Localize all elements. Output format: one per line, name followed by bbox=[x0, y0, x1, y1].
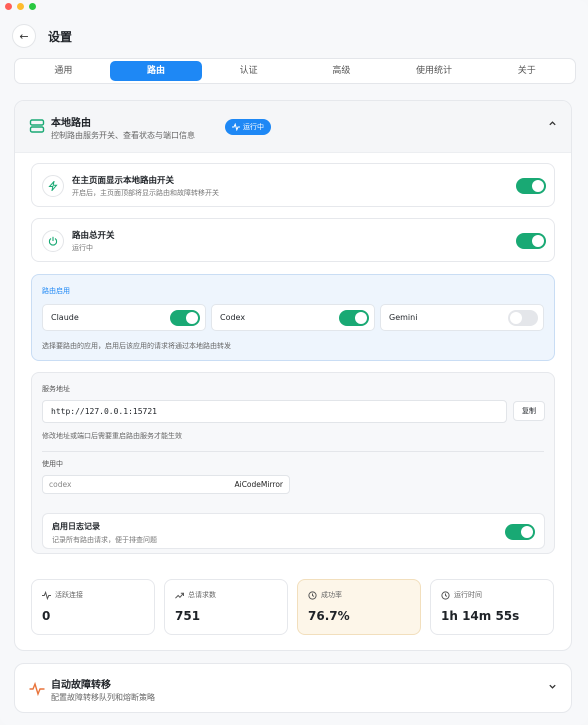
failover-subtitle: 配置故障转移队列和熔断策略 bbox=[51, 693, 155, 702]
status-badge-label: 运行中 bbox=[243, 123, 264, 131]
section-subtitle: 控制路由服务开关、查看状态与端口信息 bbox=[51, 131, 195, 140]
show-on-home-title: 在主页面显示本地路由开关 bbox=[72, 176, 175, 186]
trending-up-icon bbox=[175, 592, 184, 599]
server-icon bbox=[29, 119, 45, 133]
chevron-down-icon[interactable] bbox=[548, 682, 557, 694]
app-name: Gemini bbox=[389, 313, 418, 322]
stat-active-connections: 活跃连接 0 bbox=[31, 579, 155, 635]
stat-label: 总请求数 bbox=[188, 591, 216, 599]
stat-success-rate: 成功率 76.7% bbox=[297, 579, 421, 635]
local-routing-card: 本地路由 控制路由服务开关、查看状态与端口信息 运行中 在主页面显示本地路由开关… bbox=[14, 100, 572, 651]
status-badge: 运行中 bbox=[225, 119, 271, 135]
local-routing-header[interactable]: 本地路由 控制路由服务开关、查看状态与端口信息 运行中 bbox=[15, 101, 571, 153]
stat-value: 751 bbox=[175, 609, 201, 623]
stat-label: 成功率 bbox=[321, 591, 342, 599]
logging-subtitle: 记录所有路由请求，便于排查问题 bbox=[52, 536, 157, 544]
app-card-gemini: Gemini bbox=[380, 304, 544, 331]
in-use-item: codex AiCodeMirror bbox=[42, 475, 290, 494]
minimize-window-button[interactable] bbox=[17, 3, 24, 10]
in-use-label: 使用中 bbox=[42, 460, 63, 468]
routing-apps-note: 选择要路由的应用，启用后该应用的请求将通过本地路由转发 bbox=[42, 342, 231, 350]
address-note: 修改地址或端口后需要重启路由服务才能生效 bbox=[42, 432, 182, 440]
divider bbox=[42, 451, 544, 452]
clock-icon bbox=[308, 590, 317, 600]
stat-total-requests: 总请求数 751 bbox=[164, 579, 288, 635]
master-switch-subtitle: 运行中 bbox=[72, 244, 93, 252]
logging-row: 启用日志记录 记录所有路由请求，便于排查问题 bbox=[42, 513, 545, 549]
show-on-home-row: 在主页面显示本地路由开关 开启后，主页面顶部将显示路由和故障转移开关 bbox=[31, 163, 555, 207]
claude-toggle[interactable] bbox=[170, 310, 200, 326]
stat-value: 76.7% bbox=[308, 609, 350, 623]
failover-title: 自动故障转移 bbox=[51, 680, 111, 691]
arrow-left-icon: ← bbox=[19, 29, 29, 43]
chevron-up-icon[interactable] bbox=[548, 119, 557, 131]
logging-title: 启用日志记录 bbox=[52, 522, 100, 531]
tab-general[interactable]: 通用 bbox=[17, 61, 110, 81]
stat-value: 1h 14m 55s bbox=[441, 609, 520, 623]
settings-tabs: 通用 路由 认证 高级 使用统计 关于 bbox=[14, 58, 576, 84]
clock-icon bbox=[441, 590, 450, 600]
stat-uptime: 运行时间 1h 14m 55s bbox=[430, 579, 554, 635]
tab-about[interactable]: 关于 bbox=[480, 61, 573, 81]
master-switch-toggle[interactable] bbox=[516, 233, 546, 249]
master-switch-title: 路由总开关 bbox=[72, 231, 115, 241]
app-name: Claude bbox=[51, 313, 79, 322]
tab-usage-stats[interactable]: 使用统计 bbox=[388, 61, 481, 81]
address-input[interactable]: http://127.0.0.1:15721 bbox=[42, 400, 507, 423]
activity-icon bbox=[42, 590, 51, 600]
power-icon bbox=[42, 230, 64, 252]
page-title: 设置 bbox=[48, 29, 73, 44]
section-title: 本地路由 bbox=[51, 118, 91, 129]
service-panel: 服务地址 http://127.0.0.1:15721 复制 修改地址或端口后需… bbox=[31, 372, 555, 554]
tab-routing[interactable]: 路由 bbox=[109, 61, 203, 81]
show-on-home-toggle[interactable] bbox=[516, 178, 546, 194]
back-button[interactable]: ← bbox=[12, 24, 36, 48]
zoom-window-button[interactable] bbox=[29, 3, 36, 10]
activity-icon bbox=[232, 123, 240, 131]
app-card-codex: Codex bbox=[211, 304, 375, 331]
in-use-app: codex bbox=[49, 480, 72, 489]
stat-value: 0 bbox=[42, 609, 51, 623]
lightning-icon bbox=[42, 175, 64, 197]
gemini-toggle[interactable] bbox=[508, 310, 538, 326]
routing-apps-panel: 路由启用 Claude Codex Gemini 选择要路由的应用，启用后该应用… bbox=[31, 274, 555, 361]
show-on-home-subtitle: 开启后，主页面顶部将显示路由和故障转移开关 bbox=[72, 189, 219, 197]
routing-apps-title: 路由启用 bbox=[42, 287, 70, 295]
failover-card[interactable]: 自动故障转移 配置故障转移队列和熔断策略 bbox=[14, 663, 572, 713]
copy-button[interactable]: 复制 bbox=[513, 401, 545, 421]
in-use-provider: AiCodeMirror bbox=[234, 480, 283, 489]
titlebar bbox=[0, 0, 588, 14]
address-label: 服务地址 bbox=[42, 385, 70, 393]
app-name: Codex bbox=[220, 313, 246, 322]
stat-label: 活跃连接 bbox=[55, 591, 83, 599]
stat-label: 运行时间 bbox=[454, 591, 482, 599]
tab-advanced[interactable]: 高级 bbox=[295, 61, 388, 81]
logging-toggle[interactable] bbox=[505, 524, 535, 540]
close-window-button[interactable] bbox=[5, 3, 12, 10]
tab-auth[interactable]: 认证 bbox=[202, 61, 295, 81]
settings-window: ← 设置 通用 路由 认证 高级 使用统计 关于 本地路由 控制路由服务开关、查… bbox=[0, 0, 588, 725]
master-switch-row: 路由总开关 运行中 bbox=[31, 218, 555, 262]
codex-toggle[interactable] bbox=[339, 310, 369, 326]
page-header: ← 设置 bbox=[12, 24, 576, 48]
activity-icon bbox=[29, 681, 45, 697]
app-card-claude: Claude bbox=[42, 304, 206, 331]
